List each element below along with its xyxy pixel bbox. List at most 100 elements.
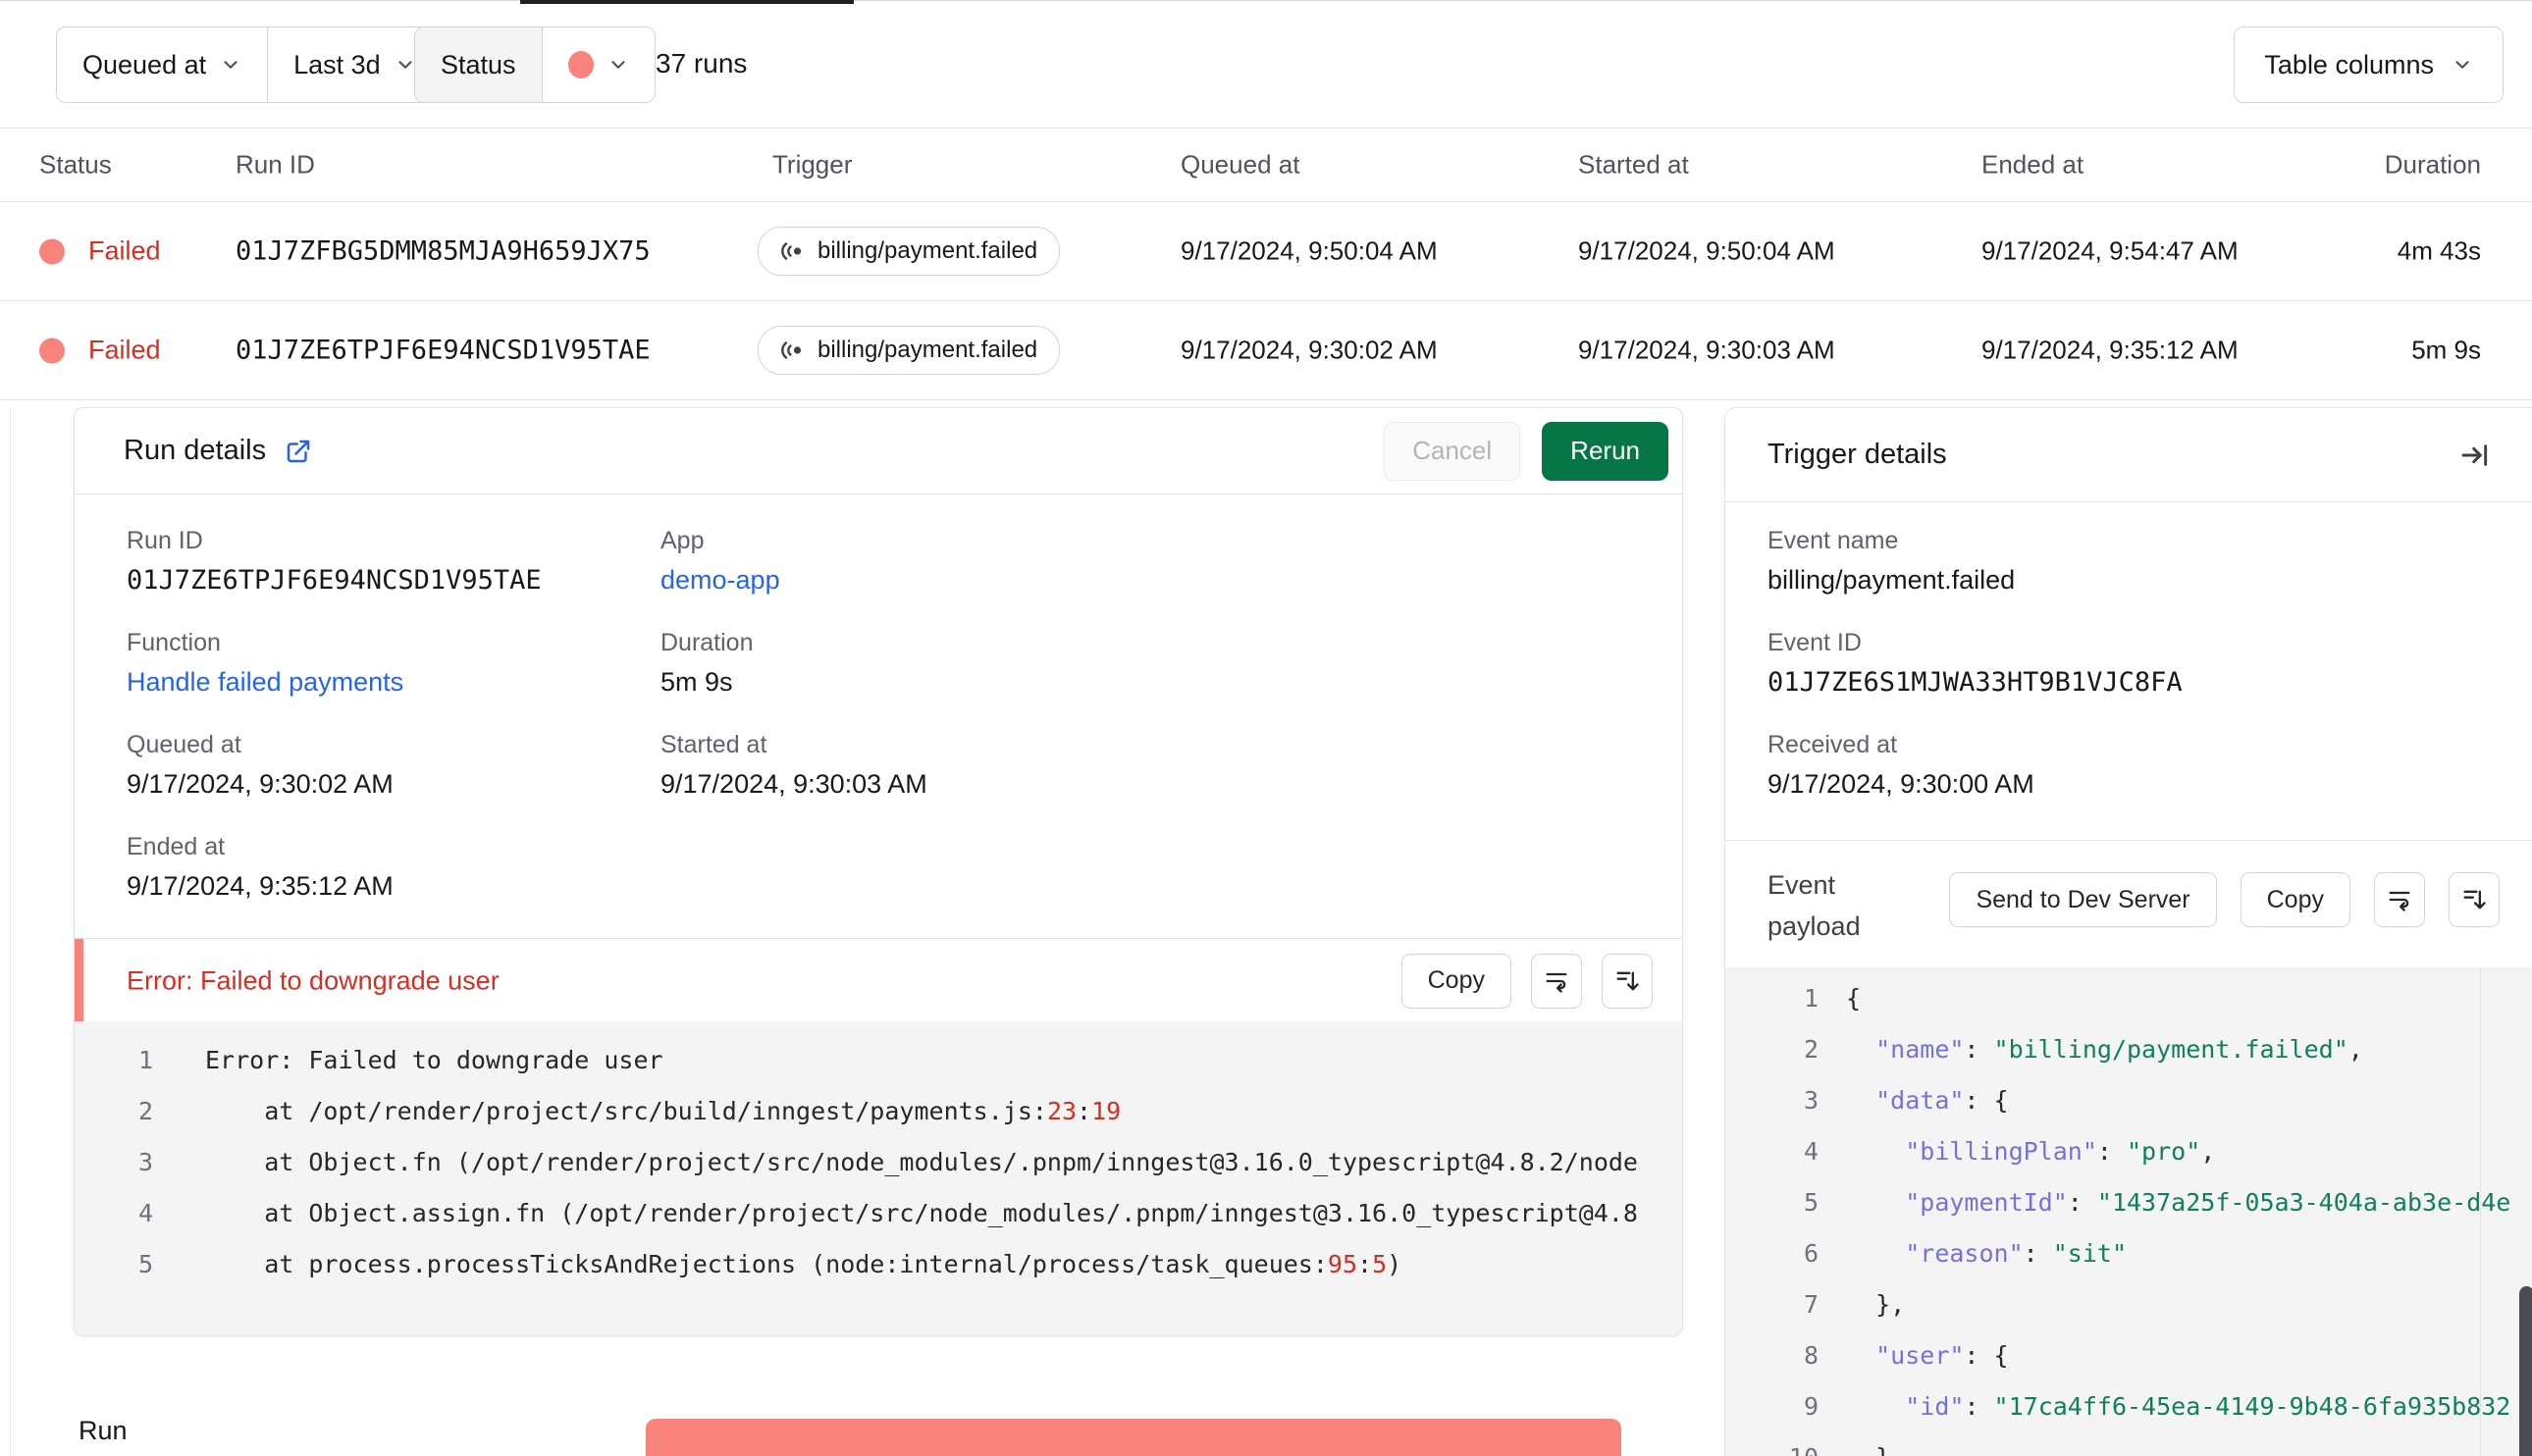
table-header: Status Run ID Trigger Queued at Started … [0,128,2532,201]
line-number: 2 [137,1097,153,1125]
line-number: 4 [1803,1137,1819,1166]
app-link[interactable]: demo-app [660,565,780,596]
status-dot-icon [39,338,65,363]
error-title: Error: Failed to downgrade user [127,965,500,995]
external-link-icon[interactable] [284,437,313,466]
code-text: at /opt/render/project/src/build/inngest… [205,1097,1122,1125]
code-text: "id": "17ca4ff6-45ea-4149-9b48-6fa935b83… [1905,1392,2511,1421]
queued-at-filter-label: Queued at [82,49,207,79]
column-trigger[interactable]: Trigger [772,149,852,180]
status-cell: Failed [39,236,161,267]
column-started-at[interactable]: Started at [1578,149,1689,180]
queued-at-cell: 9/17/2024, 9:50:04 AM [1181,235,1438,266]
run-id-cell: 01J7ZFBG5DMM85MJA9H659JX75 [236,235,651,267]
trigger-pill-label: billing/payment.failed [818,237,1038,264]
line-number: 10 [1725,1432,1819,1456]
code-line: 4 "billingPlan": "pro", [1725,1126,2532,1177]
filters-toolbar: Queued at Last 3d Status 37 runs Table c… [0,0,2532,129]
queued-at-filter[interactable]: Queued at [57,27,267,102]
wrap-text-icon[interactable] [1531,953,1582,1009]
code-text: at process.processTicksAndRejections (no… [205,1250,1402,1278]
runs-table-body: Failed 01J7ZFBG5DMM85MJA9H659JX75 billin… [0,201,2532,400]
code-line: 5 "paymentId": "1437a25f-05a3-404a-ab3e-… [1725,1177,2532,1228]
code-text: "data": { [1875,1086,2009,1115]
collapse-panel-icon[interactable] [2459,440,2491,471]
runs-count: 37 runs [656,48,748,78]
line-number: 7 [1803,1290,1819,1319]
line-number: 4 [137,1199,153,1227]
code-text: { [1846,984,1862,1013]
event-payload-section: Event payload Send to Dev Server Copy [1725,840,2532,968]
trigger-pill[interactable]: billing/payment.failed [758,326,1061,375]
line-number: 3 [137,1148,153,1176]
scroll-to-bottom-icon[interactable] [1602,953,1653,1009]
app-label: App [660,527,705,554]
trigger-details-header: Trigger details [1725,408,2532,502]
event-payload-code[interactable]: 1 { 2 "name": "billing/payment.failed", … [1725,967,2532,1456]
code-text: at Object.assign.fn (/opt/render/project… [205,1199,1638,1227]
time-filter-group: Queued at Last 3d [56,26,443,103]
table-row[interactable]: Failed 01J7ZFBG5DMM85MJA9H659JX75 billin… [0,201,2532,300]
table-columns-button[interactable]: Table columns [2234,26,2504,103]
scroll-to-bottom-icon[interactable] [2449,872,2500,927]
status-dot-icon [39,238,65,264]
function-link[interactable]: Handle failed payments [127,667,403,698]
event-name-label: Event name [1767,527,1899,554]
code-line: 10 } [1725,1432,2532,1456]
line-number: 9 [1803,1392,1819,1421]
column-queued-at[interactable]: Queued at [1181,149,1299,180]
column-status[interactable]: Status [39,149,112,180]
code-text: Error: Failed to downgrade user [205,1046,663,1074]
column-ended-at[interactable]: Ended at [1981,149,2084,180]
app-field: App demo-app [660,527,780,596]
status-filter-value[interactable] [541,27,655,102]
ended-at-cell: 9/17/2024, 9:35:12 AM [1981,335,2239,365]
started-at-label: Started at [660,731,767,758]
timeline-run-bar[interactable] [646,1419,1621,1456]
error-banner: Error: Failed to downgrade user Copy [75,938,1682,1022]
wrap-text-icon[interactable] [2374,872,2425,927]
run-details-panel: Run details Cancel Rerun Run ID 01J7ZE6T… [74,407,1683,1336]
copy-payload-button[interactable]: Copy [2240,872,2350,927]
chevron-down-icon [2452,54,2473,76]
run-details-header: Run details Cancel Rerun [75,408,1682,494]
status-cell: Failed [39,336,161,366]
run-details-title: Run details [124,435,267,466]
failed-status-dot-icon [567,51,594,78]
cancel-button[interactable]: Cancel [1384,421,1521,481]
line-number: 8 [1803,1341,1819,1370]
event-id-label: Event ID [1767,629,1862,656]
received-at-label: Received at [1767,731,1898,758]
ended-at-label: Ended at [127,833,226,860]
duration-field: Duration 5m 9s [660,629,754,698]
trigger-pill[interactable]: billing/payment.failed [758,227,1061,276]
line-number: 2 [1803,1035,1819,1064]
stack-trace-block[interactable]: 1 Error: Failed to downgrade user 2 at /… [75,1021,1682,1335]
rerun-button[interactable]: Rerun [1542,421,1668,481]
run-id-field: Run ID 01J7ZE6TPJF6E94NCSD1V95TAE [127,527,542,596]
ended-at-cell: 9/17/2024, 9:54:47 AM [1981,235,2239,266]
timeline-run-label: Run [79,1416,128,1445]
send-to-dev-server-button[interactable]: Send to Dev Server [1949,872,2217,927]
received-at-field: Received at 9/17/2024, 9:30:00 AM [1767,731,2034,800]
code-line: 8 "user": { [1725,1330,2532,1381]
code-text: "paymentId": "1437a25f-05a3-404a-ab3e-d4… [1905,1188,2511,1217]
line-number: 5 [137,1250,153,1278]
run-id-value: 01J7ZE6TPJF6E94NCSD1V95TAE [127,565,542,596]
event-name-field: Event name billing/payment.failed [1767,527,2015,596]
queued-at-value: 9/17/2024, 9:30:02 AM [127,769,394,799]
column-run-id[interactable]: Run ID [236,149,315,180]
scrollbar-thumb[interactable] [2519,1286,2532,1456]
column-duration[interactable]: Duration [2385,149,2481,180]
trigger-cell: billing/payment.failed [758,227,1061,276]
line-number: 5 [1803,1188,1819,1217]
table-row[interactable]: Failed 01J7ZE6TPJF6E94NCSD1V95TAE billin… [0,300,2532,400]
line-number: 1 [1803,984,1819,1013]
copy-error-button[interactable]: Copy [1400,953,1511,1009]
table-columns-label: Table columns [2264,49,2434,79]
code-text: "user": { [1875,1341,2009,1370]
queued-at-cell: 9/17/2024, 9:30:02 AM [1181,335,1438,365]
queued-at-field: Queued at 9/17/2024, 9:30:02 AM [127,731,394,800]
chevron-down-icon [607,54,629,76]
ended-at-field: Ended at 9/17/2024, 9:35:12 AM [127,833,394,902]
